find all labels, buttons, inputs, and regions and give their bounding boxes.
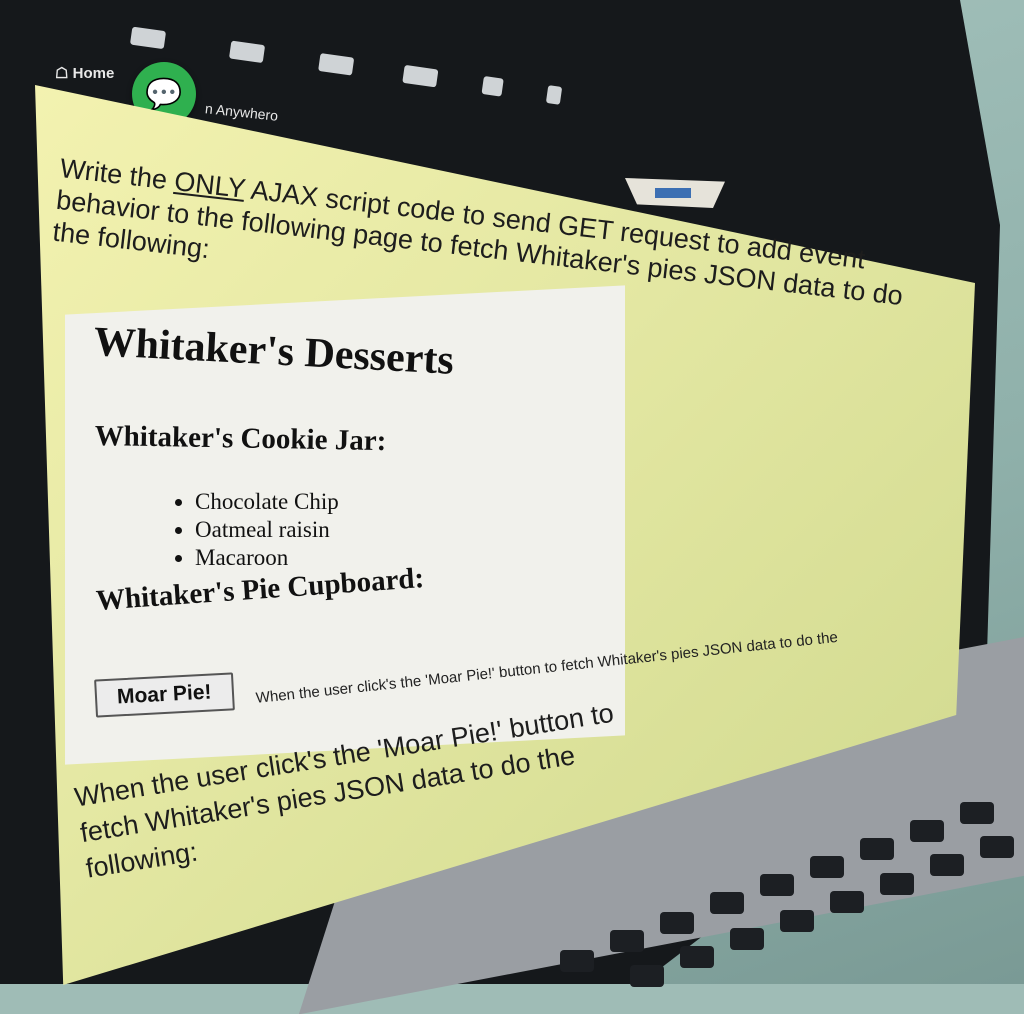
list-item: Oatmeal raisin	[195, 516, 339, 544]
toolbar-icon[interactable]	[481, 76, 504, 97]
toolbar-icon[interactable]	[129, 26, 167, 50]
slide-tab-pill[interactable]	[625, 178, 725, 208]
list-item: Macaroon	[195, 544, 339, 572]
toolbar-icon[interactable]	[545, 85, 563, 105]
cookie-heading: Whitaker's Cookie Jar:	[94, 420, 387, 458]
cookie-list: Chocolate Chip Oatmeal raisin Macaroon	[155, 488, 339, 572]
toolbar-icon[interactable]	[402, 64, 439, 88]
home-link[interactable]: ☖ Home	[55, 64, 114, 82]
moar-pie-button[interactable]: Moar Pie!	[94, 672, 235, 718]
toolbar-icon[interactable]	[318, 53, 355, 76]
toolbar-icon[interactable]	[228, 40, 266, 64]
home-label: Home	[72, 65, 115, 82]
home-icon: ☖	[55, 65, 69, 82]
list-item: Chocolate Chip	[195, 488, 339, 516]
